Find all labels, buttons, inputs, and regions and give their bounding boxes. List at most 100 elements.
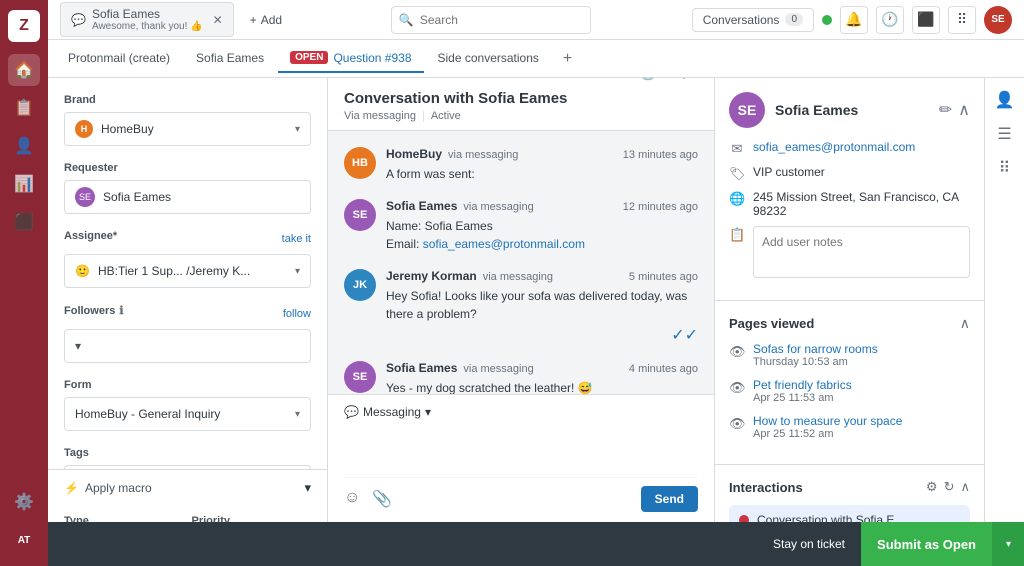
collapse-user-button[interactable]: ∧ <box>958 100 970 120</box>
page-item: 👁 How to measure your space Apr 25 11:52… <box>729 414 970 440</box>
nav-icon-apps[interactable]: ⬛ <box>8 206 40 238</box>
edit-user-button[interactable]: ✏ <box>939 100 952 120</box>
pages-viewed-collapse[interactable]: ∧ <box>960 315 970 332</box>
email-link[interactable]: sofia_eames@protonmail.com <box>423 237 585 251</box>
caret-down-icon: ▾ <box>1006 539 1011 550</box>
tab-protonmail[interactable]: Protonmail (create) <box>56 45 182 73</box>
user-card-header: SE Sofia Eames ✏ ∧ <box>729 92 970 128</box>
user-email[interactable]: sofia_eames@protonmail.com <box>753 140 915 154</box>
refresh-icon[interactable]: ↻ <box>944 479 955 495</box>
eye-icon: 👁 <box>729 380 745 396</box>
compose-input[interactable] <box>344 427 698 477</box>
user-email-row: ✉ sofia_eames@protonmail.com <box>729 140 970 157</box>
tag-icon: 🏷 <box>729 166 745 182</box>
message-text: Hey Sofia! Looks like your sofa was deli… <box>386 287 698 323</box>
message-header: Sofia Eames via messaging 4 minutes ago <box>386 361 698 375</box>
nav-icon-users[interactable]: 👤 <box>8 130 40 162</box>
page-title[interactable]: Sofas for narrow rooms <box>753 342 970 356</box>
active-tab[interactable]: 💬 Sofia Eames Awesome, thank you! 👍 ✕ <box>60 2 234 37</box>
user-notes-row: 📋 <box>729 226 970 278</box>
tab-side-conversations[interactable]: Side conversations <box>426 45 551 73</box>
email-icon: ✉ <box>729 141 745 157</box>
macro-chevron-icon[interactable]: ▾ <box>304 480 311 496</box>
assignee-chevron-icon: ▾ <box>295 266 300 277</box>
page-title[interactable]: How to measure your space <box>753 414 970 428</box>
page-title[interactable]: Pet friendly fabrics <box>753 378 970 392</box>
tab-subtitle: Awesome, thank you! 👍 <box>92 21 203 32</box>
form-select[interactable]: HomeBuy - General Inquiry ▾ <box>64 397 311 431</box>
interaction-item[interactable]: Conversation with Sofia E... <box>729 505 970 522</box>
list-icon[interactable]: ☰ <box>991 120 1019 148</box>
tab-close-button[interactable]: ✕ <box>213 13 223 27</box>
tab-question-938[interactable]: OPEN Question #938 <box>278 45 423 73</box>
location-icon: 🌐 <box>729 191 745 207</box>
apply-macro-button[interactable]: ⚡ Apply macro <box>64 481 152 495</box>
follow-link[interactable]: follow <box>283 308 311 320</box>
conversation-header: Conversation with Sofia Eames Via messag… <box>328 78 714 131</box>
search-input[interactable] <box>391 6 591 34</box>
user-card-name: Sofia Eames <box>775 102 858 118</box>
stay-on-ticket-button[interactable]: Stay on ticket <box>757 537 861 551</box>
requester-field[interactable]: SE Sofia Eames <box>64 180 311 214</box>
user-address: 245 Mission Street, San Francisco, CA 98… <box>753 190 970 218</box>
requester-avatar: SE <box>75 187 95 207</box>
collapse-interactions-button[interactable]: ∧ <box>960 479 970 495</box>
message-item: SE Sofia Eames via messaging 12 minutes … <box>344 199 698 253</box>
user-profile-icon[interactable]: 👤 <box>991 86 1019 114</box>
compose-type-selector[interactable]: 💬 Messaging ▾ <box>344 405 431 419</box>
history-button[interactable]: 🕐 <box>634 78 662 86</box>
message-item: JK Jeremy Korman via messaging 5 minutes… <box>344 269 698 345</box>
message-header: Sofia Eames via messaging 12 minutes ago <box>386 199 698 213</box>
eye-icon: 👁 <box>729 416 745 432</box>
apps-button[interactable]: ⠿ <box>948 6 976 34</box>
brand-section: Brand H HomeBuy ▾ <box>64 94 311 146</box>
message-header: HomeBuy via messaging 13 minutes ago <box>386 147 698 161</box>
message-time: 5 minutes ago <box>629 271 698 283</box>
assignee-select[interactable]: 🙂 HB:Tier 1 Sup... /Jeremy K... ▾ <box>64 254 311 288</box>
brand-chevron-icon: ▾ <box>295 124 300 135</box>
sender-name: Jeremy Korman <box>386 269 477 283</box>
nav-icon-reports[interactable]: 📊 <box>8 168 40 200</box>
user-card: SE Sofia Eames ✏ ∧ ✉ sofia_eames@protonm… <box>715 78 984 301</box>
take-it-link[interactable]: take it <box>282 233 311 245</box>
page-time: Apr 25 11:52 am <box>753 428 970 440</box>
macro-icon: ⚡ <box>64 481 79 495</box>
submit-caret-button[interactable]: ▾ <box>992 522 1024 566</box>
user-avatar[interactable]: SE <box>984 6 1012 34</box>
nav-icon-home[interactable]: 🏠 <box>8 54 40 86</box>
status-indicator <box>822 15 832 25</box>
compose-icons: ☺ 📎 <box>344 489 392 509</box>
user-tag-row: 🏷 VIP customer <box>729 165 970 182</box>
sender-name: Sofia Eames <box>386 361 457 375</box>
content-tabs: Protonmail (create) Sofia Eames OPEN Que… <box>48 40 1024 78</box>
conversations-count: 0 <box>785 13 803 26</box>
filter-icon[interactable]: ⚙ <box>926 479 938 495</box>
nav-icon-settings[interactable]: ⚙️ <box>8 486 40 518</box>
conversation-title: Conversation with Sofia Eames <box>344 90 567 107</box>
conversations-button[interactable]: Conversations 0 <box>692 8 814 32</box>
tab-add-icon[interactable]: + <box>553 44 582 74</box>
eye-icon: 👁 <box>729 344 745 360</box>
brand-select[interactable]: H HomeBuy ▾ <box>64 112 311 146</box>
conversation-meta: Via messaging | Active <box>344 110 567 122</box>
grid-apps-icon[interactable]: ⠿ <box>991 154 1019 182</box>
submit-button[interactable]: Submit as Open <box>861 522 992 566</box>
type-section: Type ▾ <box>64 515 184 522</box>
send-button[interactable]: Send <box>641 486 698 512</box>
content-area: Brand H HomeBuy ▾ Requester SE Sofia Eam… <box>48 78 1024 522</box>
grid-button[interactable]: ⬛ <box>912 6 940 34</box>
tab-sofia-eames[interactable]: Sofia Eames <box>184 45 276 73</box>
tab-add-button[interactable]: + Add <box>242 9 290 31</box>
bottom-bar: Stay on ticket Submit as Open ▾ <box>48 522 1024 566</box>
timer-button[interactable]: 🕐 <box>876 6 904 34</box>
page-item: 👁 Sofas for narrow rooms Thursday 10:53 … <box>729 342 970 368</box>
more-options-button[interactable]: ⋮ <box>670 78 698 86</box>
followers-field[interactable]: ▾ <box>64 329 311 363</box>
interactions-section: Interactions ⚙ ↻ ∧ Conversation with Sof… <box>715 465 984 522</box>
user-notes-input[interactable] <box>753 226 970 278</box>
notifications-button[interactable]: 🔔 <box>840 6 868 34</box>
page-info: How to measure your space Apr 25 11:52 a… <box>753 414 970 440</box>
nav-icon-tickets[interactable]: 📋 <box>8 92 40 124</box>
emoji-button[interactable]: ☺ <box>344 489 360 509</box>
attachment-button[interactable]: 📎 <box>372 489 392 509</box>
